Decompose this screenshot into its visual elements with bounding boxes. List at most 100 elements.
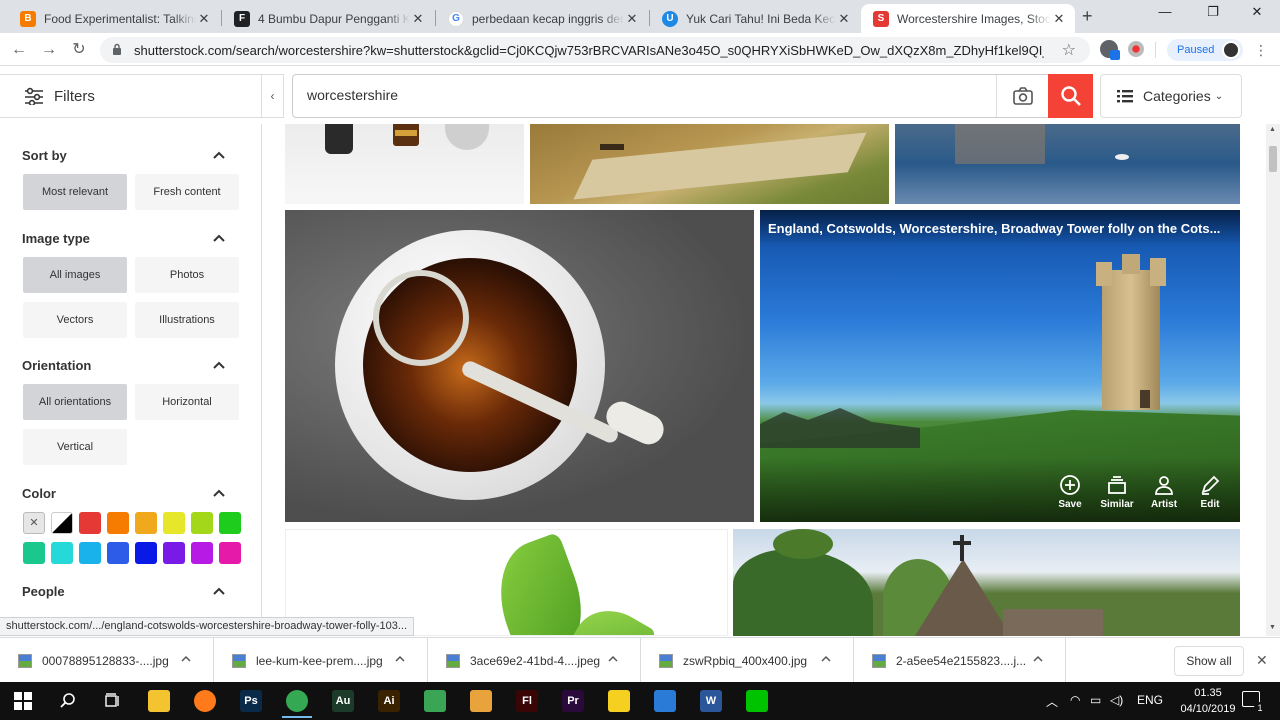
taskbar-app-illustrator[interactable]: Ai xyxy=(374,686,404,716)
type-all-images[interactable]: All images xyxy=(23,257,127,293)
color-swatch[interactable] xyxy=(191,542,213,564)
tab-close-icon[interactable]: ✕ xyxy=(836,11,852,27)
artist-button[interactable]: Artist xyxy=(1146,474,1182,510)
chevron-up-icon[interactable] xyxy=(181,654,191,664)
battery-icon[interactable]: ▭ xyxy=(1090,693,1101,707)
taskbar-app-paint[interactable] xyxy=(650,686,680,716)
color-swatch[interactable] xyxy=(79,512,101,534)
result-image-church[interactable] xyxy=(733,529,1240,636)
chevron-up-icon[interactable]: ︿ xyxy=(1046,693,1058,710)
tab-close-icon[interactable]: ✕ xyxy=(410,11,426,27)
clock[interactable]: 01.35 04/10/2019 xyxy=(1178,685,1238,717)
taskbar-app-chrome[interactable] xyxy=(282,686,312,718)
download-item[interactable]: 2-a5ee54e2155823....j... xyxy=(854,638,1066,683)
task-view-button[interactable] xyxy=(98,686,128,716)
back-arrow-icon[interactable]: ← xyxy=(8,39,30,61)
close-downloads-icon[interactable]: ✕ xyxy=(1256,652,1268,669)
color-swatch[interactable] xyxy=(79,542,101,564)
tab-food-experimentalist[interactable]: B Food Experimentalist: Talking A ✕ xyxy=(8,4,220,33)
forward-arrow-icon[interactable]: → xyxy=(38,39,60,61)
taskbar-app-sticky-notes[interactable] xyxy=(604,686,634,716)
color-swatch[interactable] xyxy=(107,542,129,564)
chevron-up-icon[interactable] xyxy=(212,358,226,372)
reload-icon[interactable]: ↻ xyxy=(68,39,90,61)
categories-dropdown[interactable]: Categories ⌄ xyxy=(1100,74,1242,118)
color-swatch[interactable] xyxy=(163,542,185,564)
chevron-up-icon[interactable] xyxy=(212,584,226,598)
close-window-button[interactable]: ✕ xyxy=(1234,4,1280,26)
edit-button[interactable]: Edit xyxy=(1192,474,1228,510)
orientation-horizontal[interactable]: Horizontal xyxy=(135,384,239,420)
tab-close-icon[interactable]: ✕ xyxy=(1051,11,1067,27)
tab-close-icon[interactable]: ✕ xyxy=(196,11,212,27)
color-swatch[interactable] xyxy=(219,512,241,534)
tab-google-search[interactable]: G perbedaan kecap inggris deng ✕ xyxy=(436,4,648,33)
color-swatch[interactable] xyxy=(163,512,185,534)
taskbar-app-corel[interactable] xyxy=(420,686,450,716)
filters-toggle[interactable]: Filters xyxy=(0,74,262,118)
taskbar-app-photoshop[interactable]: Ps xyxy=(236,686,266,716)
taskbar-app-line[interactable] xyxy=(742,686,772,716)
bookmark-star-icon[interactable]: ☆ xyxy=(1062,40,1076,60)
scrollbar-thumb[interactable] xyxy=(1269,146,1277,172)
search-taskbar-button[interactable] xyxy=(53,686,83,716)
taskbar-app-autodesk[interactable] xyxy=(466,686,496,716)
download-item[interactable]: lee-kum-kee-prem....jpg xyxy=(214,638,428,683)
collapse-sidebar-button[interactable]: ‹ xyxy=(262,74,284,118)
color-swatch[interactable] xyxy=(219,542,241,564)
color-swatch[interactable] xyxy=(135,512,157,534)
color-swatch[interactable] xyxy=(51,512,73,534)
volume-icon[interactable]: ◁) xyxy=(1110,693,1123,707)
minimize-button[interactable]: — xyxy=(1142,4,1188,26)
color-swatch[interactable] xyxy=(191,512,213,534)
sort-fresh-content[interactable]: Fresh content xyxy=(135,174,239,210)
profile-paused-button[interactable]: Paused xyxy=(1167,39,1243,61)
taskbar-app-flash[interactable]: Fl xyxy=(512,686,542,716)
similar-button[interactable]: Similar xyxy=(1096,474,1138,510)
chevron-up-icon[interactable] xyxy=(1033,654,1043,664)
address-bar[interactable]: shutterstock.com/search/worcestershire?k… xyxy=(100,37,1090,63)
tab-bumbu-dapur[interactable]: F 4 Bumbu Dapur Pengganti Kec ✕ xyxy=(222,4,434,33)
orientation-all[interactable]: All orientations xyxy=(23,384,127,420)
chevron-up-icon[interactable] xyxy=(395,654,405,664)
page-scrollbar[interactable]: ▲ ▼ xyxy=(1266,124,1280,636)
result-image-countryside-path[interactable] xyxy=(530,124,889,204)
maximize-button[interactable]: ❐ xyxy=(1190,4,1236,26)
chevron-up-icon[interactable] xyxy=(608,654,618,664)
download-item[interactable]: 3ace69e2-41bd-4....jpeg xyxy=(428,638,641,683)
chevron-up-icon[interactable] xyxy=(821,654,831,664)
sort-most-relevant[interactable]: Most relevant xyxy=(23,174,127,210)
tab-shutterstock-active[interactable]: S Worcestershire Images, Stock ✕ xyxy=(861,4,1075,33)
taskbar-app-audition[interactable]: Au xyxy=(328,686,358,716)
result-image-sauce-bottles[interactable] xyxy=(285,124,524,204)
result-image-sauce-bowl[interactable] xyxy=(285,210,754,522)
taskbar-app-premiere[interactable]: Pr xyxy=(558,686,588,716)
chevron-up-icon[interactable] xyxy=(212,231,226,245)
color-swatch[interactable] xyxy=(51,542,73,564)
download-item[interactable]: 00078895128833-....jpg xyxy=(0,638,214,683)
new-tab-button[interactable]: + xyxy=(1082,6,1093,27)
result-image-broadway-tower[interactable]: England, Cotswolds, Worcestershire, Broa… xyxy=(760,210,1240,522)
extension-icon-2[interactable] xyxy=(1128,41,1144,57)
tab-close-icon[interactable]: ✕ xyxy=(624,11,640,27)
type-illustrations[interactable]: Illustrations xyxy=(135,302,239,338)
type-photos[interactable]: Photos xyxy=(135,257,239,293)
type-vectors[interactable]: Vectors xyxy=(23,302,127,338)
save-button[interactable]: Save xyxy=(1052,474,1088,510)
language-indicator[interactable]: ENG xyxy=(1137,693,1163,707)
color-swatch[interactable] xyxy=(107,512,129,534)
menu-dots-icon[interactable]: ⋮ xyxy=(1250,39,1272,61)
taskbar-app-word[interactable]: W xyxy=(696,686,726,716)
taskbar-app-file-explorer[interactable] xyxy=(144,686,174,716)
wifi-icon[interactable]: ◠ xyxy=(1070,693,1080,707)
search-button[interactable] xyxy=(1048,74,1093,118)
taskbar-app-firefox[interactable] xyxy=(190,686,220,716)
color-swatch[interactable] xyxy=(23,542,45,564)
orientation-vertical[interactable]: Vertical xyxy=(23,429,127,465)
result-image-lake-reflection[interactable] xyxy=(895,124,1240,204)
show-all-downloads-button[interactable]: Show all xyxy=(1174,646,1244,676)
search-input[interactable] xyxy=(307,87,987,103)
color-swatch[interactable]: ✕ xyxy=(23,512,45,534)
chevron-up-icon[interactable] xyxy=(212,148,226,162)
color-swatch[interactable] xyxy=(135,542,157,564)
